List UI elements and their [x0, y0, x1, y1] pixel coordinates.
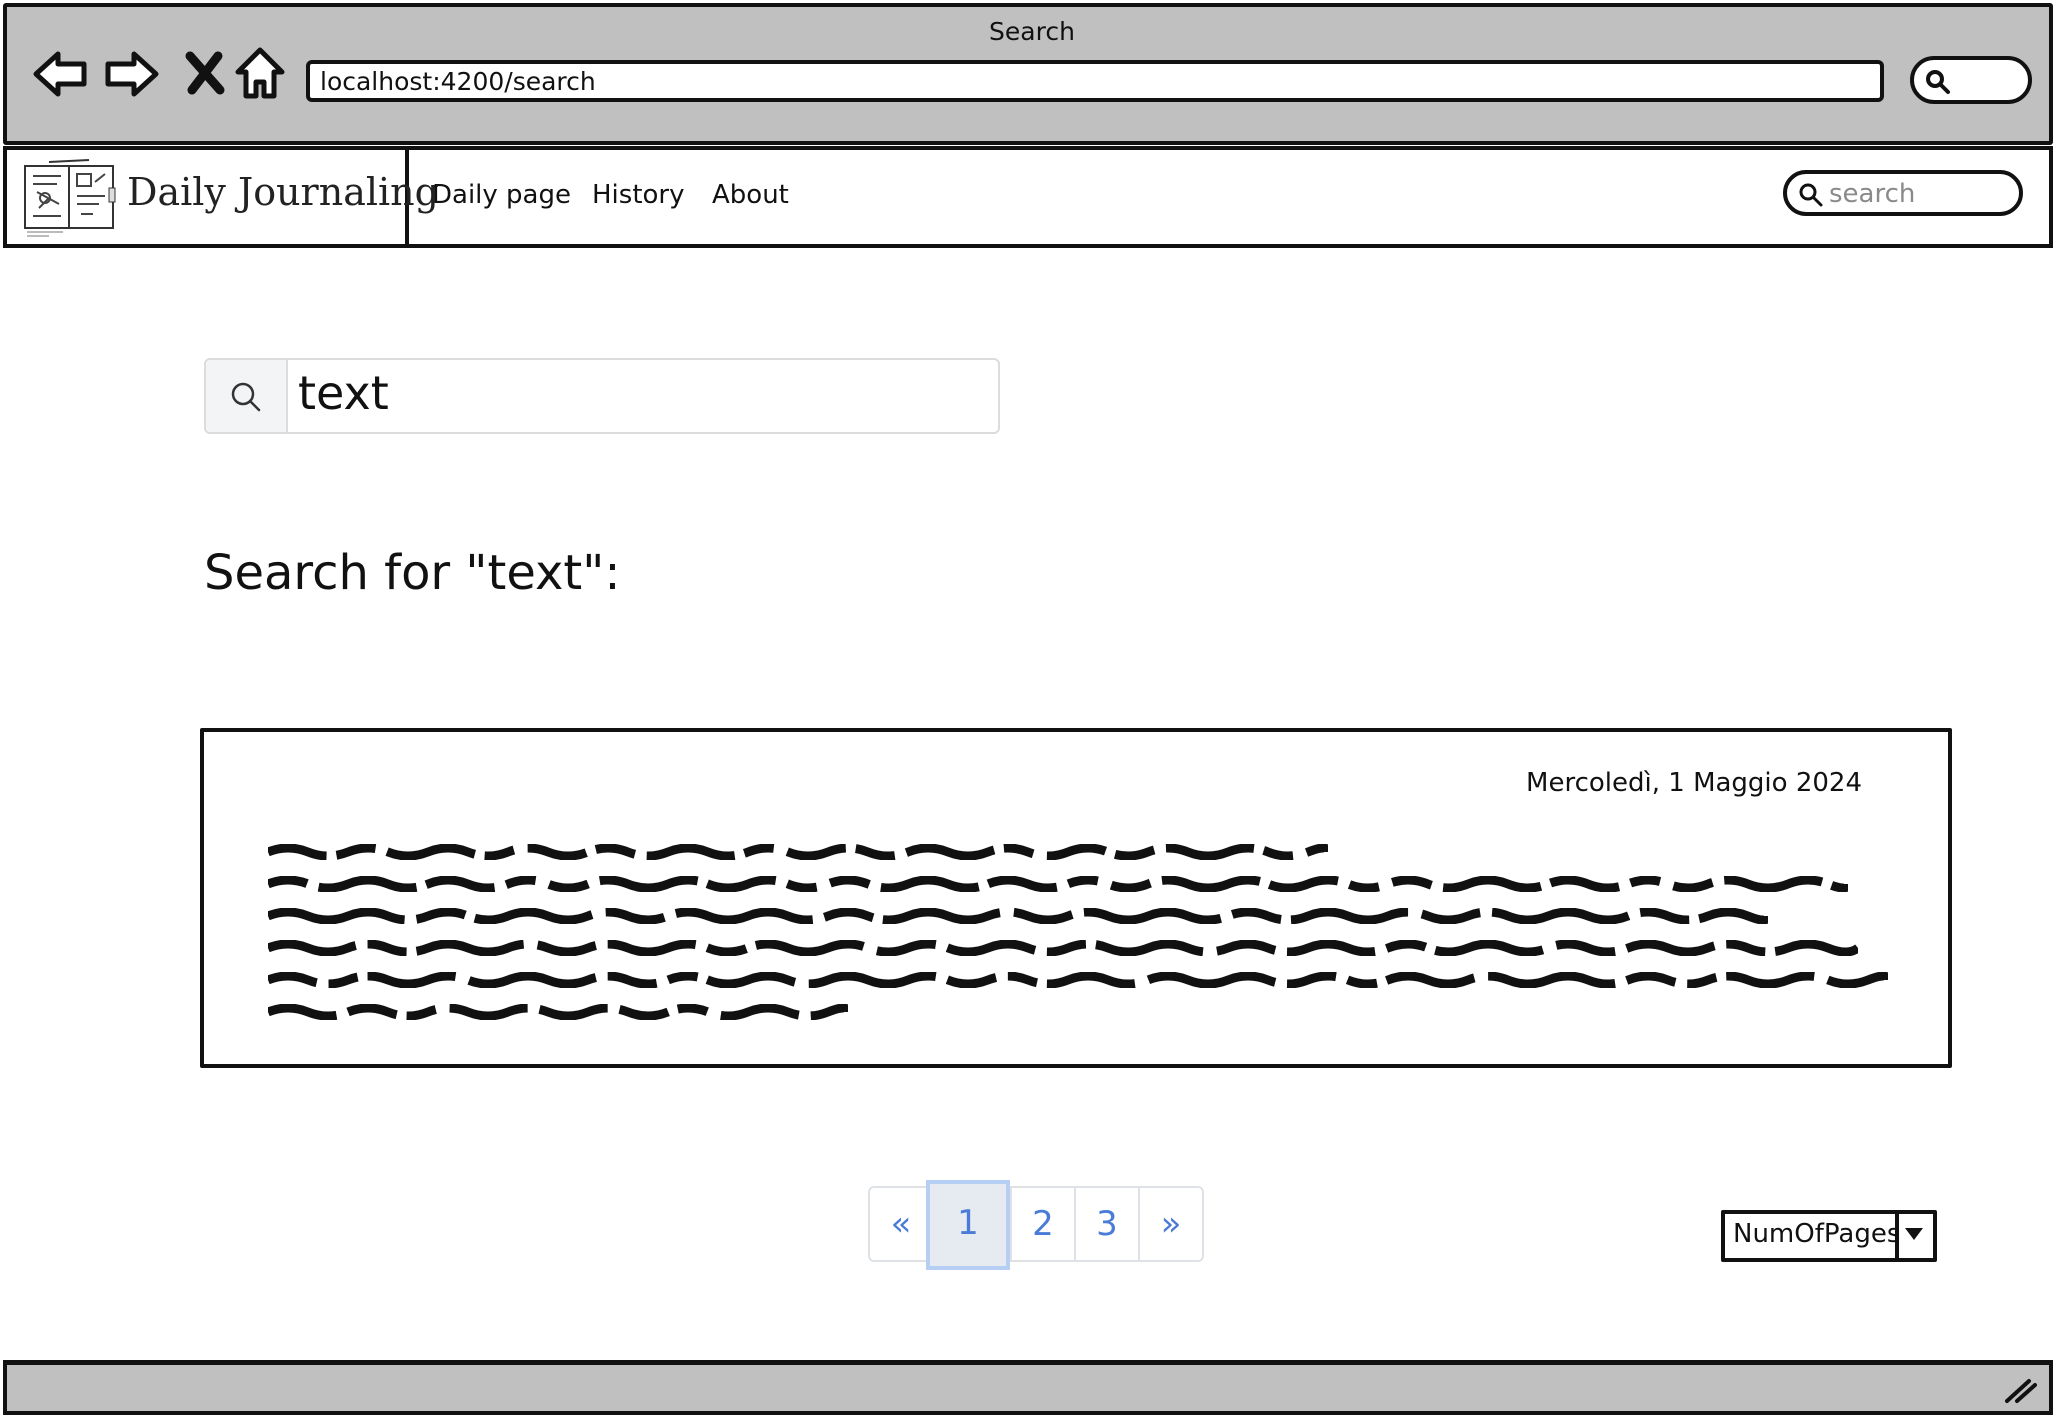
result-text-placeholder — [268, 908, 1768, 924]
home-icon[interactable] — [230, 44, 290, 104]
forward-arrow-icon[interactable] — [102, 44, 162, 104]
window-title: Search — [989, 17, 1075, 46]
result-text-placeholder — [268, 844, 1328, 860]
page-size-select[interactable]: NumOfPages — [1721, 1210, 1937, 1262]
search-input[interactable]: text — [298, 366, 389, 420]
nav-link-about[interactable]: About — [712, 180, 789, 210]
result-text-placeholder — [268, 940, 1858, 956]
pagination-next[interactable]: » — [1138, 1186, 1204, 1262]
journal-logo-icon — [24, 159, 116, 237]
result-text-placeholder — [268, 1004, 848, 1020]
nav-search-input[interactable]: search — [1783, 170, 2023, 216]
nav-search-placeholder: search — [1829, 179, 1916, 209]
nav-link-daily-page[interactable]: Daily page — [432, 180, 571, 210]
search-icon — [231, 382, 261, 412]
browser-status-bar — [3, 1360, 2053, 1415]
pagination-prev[interactable]: « — [868, 1186, 934, 1262]
search-icon — [1799, 183, 1823, 207]
nav-link-history[interactable]: History — [592, 180, 685, 210]
chevron-down-icon — [1905, 1228, 1923, 1240]
result-text-placeholder — [268, 972, 1888, 988]
pagination-page-3[interactable]: 3 — [1074, 1186, 1140, 1262]
back-arrow-icon[interactable] — [30, 44, 90, 104]
result-card[interactable]: Mercoledì, 1 Maggio 2024 — [200, 728, 1952, 1068]
search-icon — [1926, 70, 1950, 94]
result-text-placeholder — [268, 876, 1848, 892]
results-heading: Search for "text": — [204, 545, 621, 601]
address-bar[interactable]: localhost:4200/search — [306, 60, 1884, 102]
close-icon[interactable] — [176, 44, 236, 104]
brand-logo[interactable]: Daily Journaling — [3, 146, 439, 248]
pagination-page-2[interactable]: 2 — [1010, 1186, 1076, 1262]
brand-name: Daily Journaling — [127, 170, 439, 214]
result-date: Mercoledì, 1 Maggio 2024 — [1526, 768, 1862, 798]
search-addon — [206, 360, 288, 432]
dropdown-toggle[interactable] — [1895, 1214, 1933, 1258]
resize-grip-icon[interactable] — [2003, 1375, 2037, 1405]
search-input-group: text — [204, 358, 1000, 434]
pagination-page-1[interactable]: 1 — [926, 1180, 1010, 1270]
browser-search-field[interactable] — [1910, 56, 2032, 104]
page-size-select-label: NumOfPages — [1733, 1219, 1901, 1249]
